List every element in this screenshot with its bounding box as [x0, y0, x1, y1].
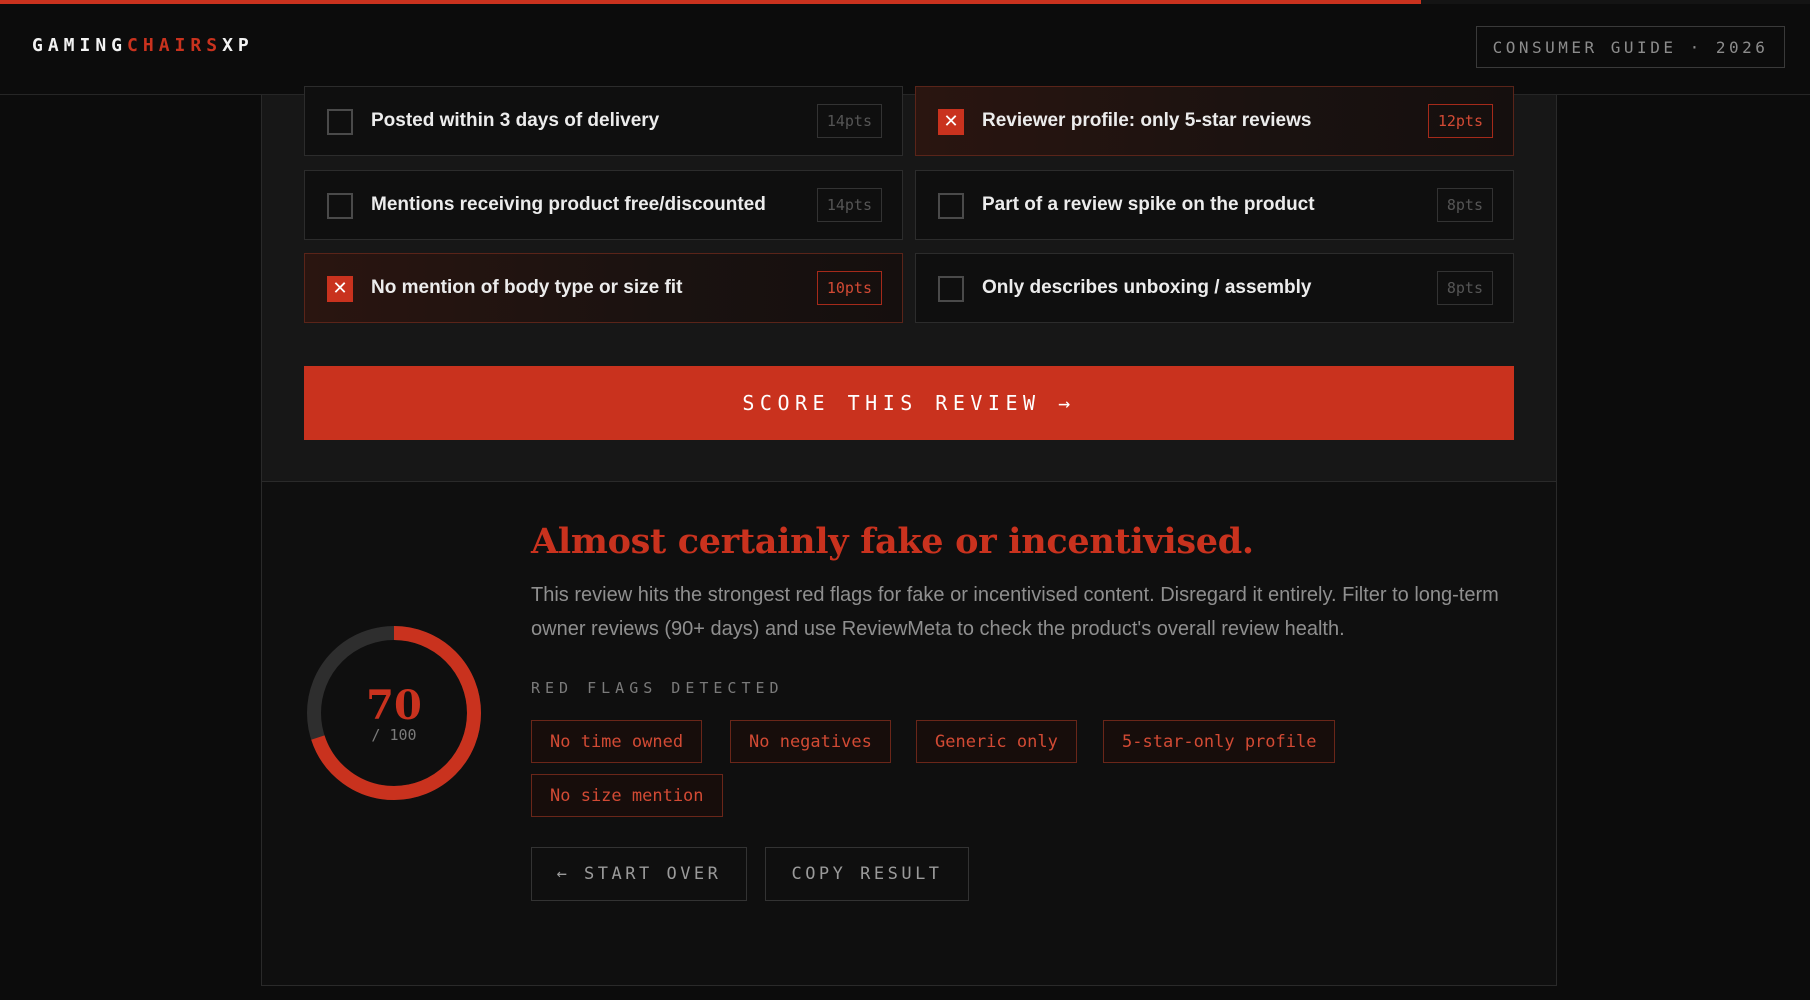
check-mark-icon	[329, 195, 351, 217]
score-value: 70	[366, 682, 422, 729]
checklist-item[interactable]: ✕ No mention of body type or size fit 10…	[304, 253, 903, 323]
checklist-item-label: No mention of body type or size fit	[371, 277, 683, 298]
checkbox[interactable]	[938, 193, 964, 219]
points-badge: 8pts	[1436, 271, 1493, 305]
checklist-item[interactable]: Part of a review spike on the product 8p…	[915, 170, 1514, 240]
check-mark-icon: ✕	[332, 278, 348, 299]
checkbox[interactable]: ✕	[327, 276, 353, 302]
score-review-button[interactable]: SCORE THIS REVIEW →	[304, 366, 1514, 440]
verdict-description: This review hits the strongest red flags…	[531, 584, 1499, 640]
site-logo[interactable]: GAMINGCHAIRSXP	[32, 35, 254, 56]
red-flag-chip: No size mention	[531, 774, 723, 817]
red-flag-chip: Generic only	[916, 720, 1077, 763]
site-header: GAMINGCHAIRSXP CONSUMER GUIDE · 2026	[0, 4, 1810, 95]
check-mark-icon	[940, 278, 962, 300]
points-badge: 14pts	[816, 104, 882, 138]
points-badge: 12pts	[1427, 104, 1493, 138]
logo-text-chairs: CHAIRS	[127, 35, 223, 56]
logo-text-gaming: GAMING	[32, 35, 128, 56]
checkbox[interactable]	[938, 276, 964, 302]
checkbox[interactable]	[327, 109, 353, 135]
checklist-item[interactable]: ✕ Reviewer profile: only 5-star reviews …	[915, 86, 1514, 156]
check-mark-icon	[940, 195, 962, 217]
start-over-button[interactable]: ← START OVER	[531, 847, 747, 901]
checklist-item[interactable]: Mentions receiving product free/discount…	[304, 170, 903, 240]
checkbox[interactable]: ✕	[938, 109, 964, 135]
checklist-item-label: Mentions receiving product free/discount…	[371, 194, 766, 215]
score-max: / 100	[371, 726, 417, 744]
checklist-item-label: Only describes unboxing / assembly	[982, 277, 1312, 298]
logo-text-xp: XP	[222, 35, 254, 56]
red-flags-heading: RED FLAGS DETECTED	[531, 679, 784, 697]
red-flag-chip: No negatives	[730, 720, 891, 763]
red-flag-chip: 5-star-only profile	[1103, 720, 1336, 763]
checklist-item-label: Part of a review spike on the product	[982, 194, 1315, 215]
copy-result-button[interactable]: COPY RESULT	[765, 847, 969, 901]
points-badge: 10pts	[816, 271, 882, 305]
checkbox[interactable]	[327, 193, 353, 219]
check-mark-icon	[329, 111, 351, 133]
checklist-item-label: Reviewer profile: only 5-star reviews	[982, 110, 1312, 131]
consumer-guide-badge: CONSUMER GUIDE · 2026	[1476, 26, 1785, 68]
points-badge: 14pts	[816, 188, 882, 222]
checklist-item[interactable]: Posted within 3 days of delivery 14pts	[304, 86, 903, 156]
red-flag-chip: No time owned	[531, 720, 703, 763]
points-badge: 8pts	[1436, 188, 1493, 222]
check-mark-icon: ✕	[943, 111, 959, 132]
checklist-item[interactable]: Only describes unboxing / assembly 8pts	[915, 253, 1514, 323]
verdict-title: Almost certainly fake or incentivised.	[531, 521, 1254, 562]
checklist-item-label: Posted within 3 days of delivery	[371, 110, 660, 131]
